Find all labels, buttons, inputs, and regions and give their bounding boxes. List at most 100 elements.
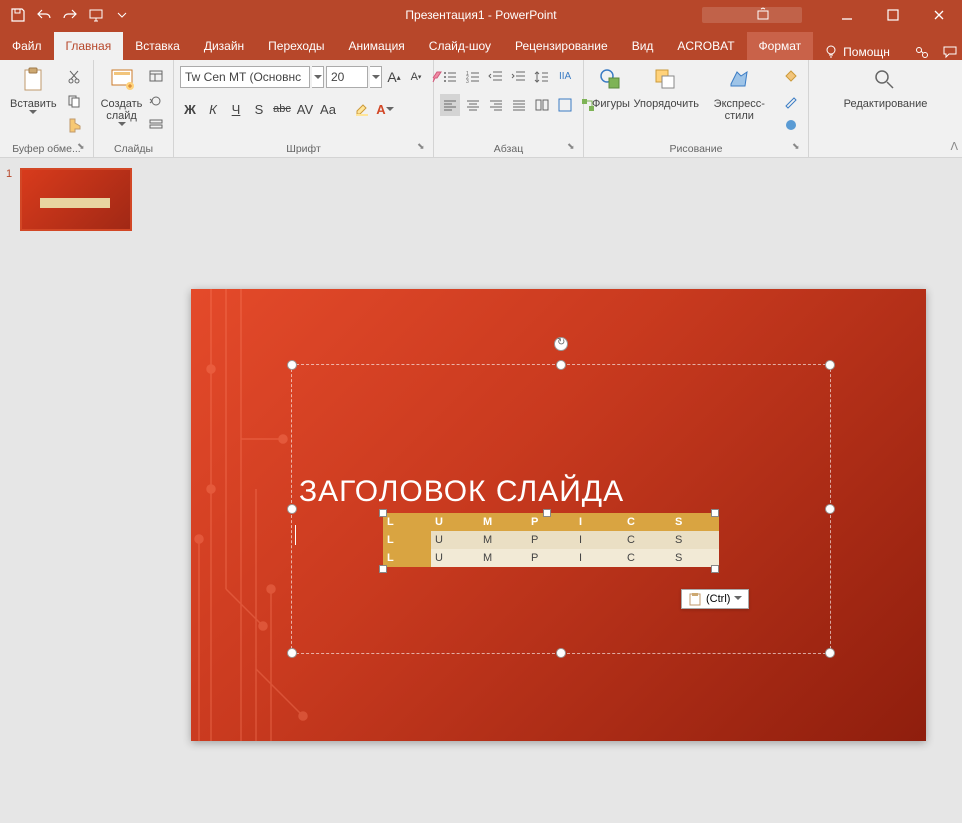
drawing-dialog-launcher[interactable]: ⬊ <box>792 141 806 155</box>
tab-view[interactable]: Вид <box>620 32 666 60</box>
decrease-indent-button[interactable] <box>486 66 506 88</box>
font-dialog-launcher[interactable]: ⬊ <box>417 141 431 155</box>
copy-button[interactable] <box>63 90 85 112</box>
highlight-button[interactable] <box>352 98 372 120</box>
title-placeholder[interactable] <box>291 364 831 654</box>
tab-review[interactable]: Рецензирование <box>503 32 620 60</box>
paragraph-label: Абзац <box>440 141 577 157</box>
section-button[interactable] <box>145 114 167 136</box>
table-handle[interactable] <box>379 509 387 517</box>
share-icon[interactable] <box>914 44 930 60</box>
justify-button[interactable] <box>509 94 529 116</box>
reset-button[interactable] <box>145 90 167 112</box>
ribbon-display-options[interactable] <box>750 0 776 30</box>
bullets-button[interactable] <box>440 66 460 88</box>
new-slide-label: Создать слайд <box>101 98 143 122</box>
table-handle[interactable] <box>711 565 719 573</box>
layout-button[interactable] <box>145 66 167 88</box>
resize-handle[interactable] <box>287 504 297 514</box>
resize-handle[interactable] <box>287 360 297 370</box>
paste-button[interactable]: Вставить <box>6 62 61 117</box>
columns-button[interactable] <box>532 94 552 116</box>
slide-title-text[interactable]: ЗАГОЛОВОК СЛАЙДА <box>299 475 624 509</box>
table-handle[interactable] <box>711 509 719 517</box>
bold-button[interactable]: Ж <box>180 98 200 120</box>
workspace: 1 <box>0 158 962 823</box>
slide-thumbnail-1[interactable] <box>20 168 132 231</box>
align-left-button[interactable] <box>440 94 460 116</box>
resize-handle[interactable] <box>825 360 835 370</box>
font-color-button[interactable]: A <box>375 98 395 120</box>
resize-handle[interactable] <box>825 504 835 514</box>
quick-styles-button[interactable]: Экспресс-стили <box>701 62 778 124</box>
tab-animation[interactable]: Анимация <box>336 32 416 60</box>
comments-icon[interactable] <box>942 44 958 60</box>
tab-home[interactable]: Главная <box>54 32 124 60</box>
shape-outline-button[interactable] <box>780 90 802 112</box>
resize-handle[interactable] <box>287 648 297 658</box>
format-painter-button[interactable] <box>63 114 85 136</box>
styles-label: Экспресс-стили <box>705 98 774 122</box>
save-button[interactable] <box>6 3 30 27</box>
slide-table[interactable]: L U M P I C S L U M P I C S <box>383 513 719 567</box>
tab-transitions[interactable]: Переходы <box>256 32 336 60</box>
shape-effects-button[interactable] <box>780 114 802 136</box>
group-slides: Создать слайд Слайды <box>94 60 174 157</box>
font-name-dropdown[interactable] <box>312 66 324 88</box>
resize-handle[interactable] <box>556 648 566 658</box>
slide-editor[interactable]: ЗАГОЛОВОК СЛАЙДА L U M P I C S L U M P <box>155 158 962 823</box>
find-button[interactable]: Редактирование <box>840 62 932 112</box>
numbering-button[interactable]: 123 <box>463 66 483 88</box>
font-name-selector[interactable]: Tw Cen MT (Основнс <box>180 66 310 88</box>
text-direction-button[interactable]: IIA <box>555 66 575 88</box>
minimize-button[interactable] <box>824 0 870 30</box>
tab-slideshow[interactable]: Слайд-шоу <box>417 32 503 60</box>
align-center-button[interactable] <box>463 94 483 116</box>
table-handle[interactable] <box>543 509 551 517</box>
increase-indent-button[interactable] <box>509 66 529 88</box>
font-size-selector[interactable]: 20 <box>326 66 368 88</box>
redo-button[interactable] <box>58 3 82 27</box>
align-text-button[interactable] <box>555 94 575 116</box>
cut-button[interactable] <box>63 66 85 88</box>
change-case-button[interactable]: Aa <box>318 98 338 120</box>
underline-button[interactable]: Ч <box>226 98 246 120</box>
start-slideshow-button[interactable] <box>84 3 108 27</box>
tab-format[interactable]: Формат <box>747 32 814 60</box>
paste-label: Вставить <box>10 98 57 110</box>
qat-dropdown[interactable] <box>110 3 134 27</box>
new-slide-button[interactable]: Создать слайд <box>100 62 143 129</box>
undo-button[interactable] <box>32 3 56 27</box>
paragraph-dialog-launcher[interactable]: ⬊ <box>567 141 581 155</box>
tab-insert[interactable]: Вставка <box>123 32 192 60</box>
rotate-handle[interactable] <box>554 337 568 351</box>
italic-button[interactable]: К <box>203 98 223 120</box>
decrease-font-button[interactable]: A▾ <box>406 66 426 88</box>
shadow-button[interactable]: S <box>249 98 269 120</box>
clipboard-dialog-launcher[interactable]: ⬊ <box>77 141 91 155</box>
collapse-ribbon-button[interactable]: ᐱ <box>950 140 958 153</box>
editing-label: Редактирование <box>844 98 928 110</box>
arrange-button[interactable]: Упорядочить <box>634 62 699 112</box>
resize-handle[interactable] <box>825 648 835 658</box>
align-right-button[interactable] <box>486 94 506 116</box>
char-spacing-button[interactable]: AV <box>295 98 315 120</box>
maximize-button[interactable] <box>870 0 916 30</box>
slide-canvas[interactable]: ЗАГОЛОВОК СЛАЙДА L U M P I C S L U M P <box>191 289 926 741</box>
increase-font-button[interactable]: A▴ <box>384 66 404 88</box>
tab-file[interactable]: Файл <box>0 32 54 60</box>
thumb-number: 1 <box>6 168 16 231</box>
shapes-button[interactable]: Фигуры <box>590 62 632 112</box>
resize-handle[interactable] <box>556 360 566 370</box>
line-spacing-button[interactable] <box>532 66 552 88</box>
table-handle[interactable] <box>379 565 387 573</box>
close-button[interactable] <box>916 0 962 30</box>
tab-acrobat[interactable]: ACROBAT <box>665 32 746 60</box>
strike-button[interactable]: abc <box>272 98 292 120</box>
tab-design[interactable]: Дизайн <box>192 32 256 60</box>
arrange-icon <box>650 64 682 96</box>
tell-me-search[interactable]: Помощн <box>813 44 900 60</box>
paste-options-button[interactable]: (Ctrl) <box>681 589 749 609</box>
shape-fill-button[interactable] <box>780 66 802 88</box>
font-size-dropdown[interactable] <box>370 66 382 88</box>
